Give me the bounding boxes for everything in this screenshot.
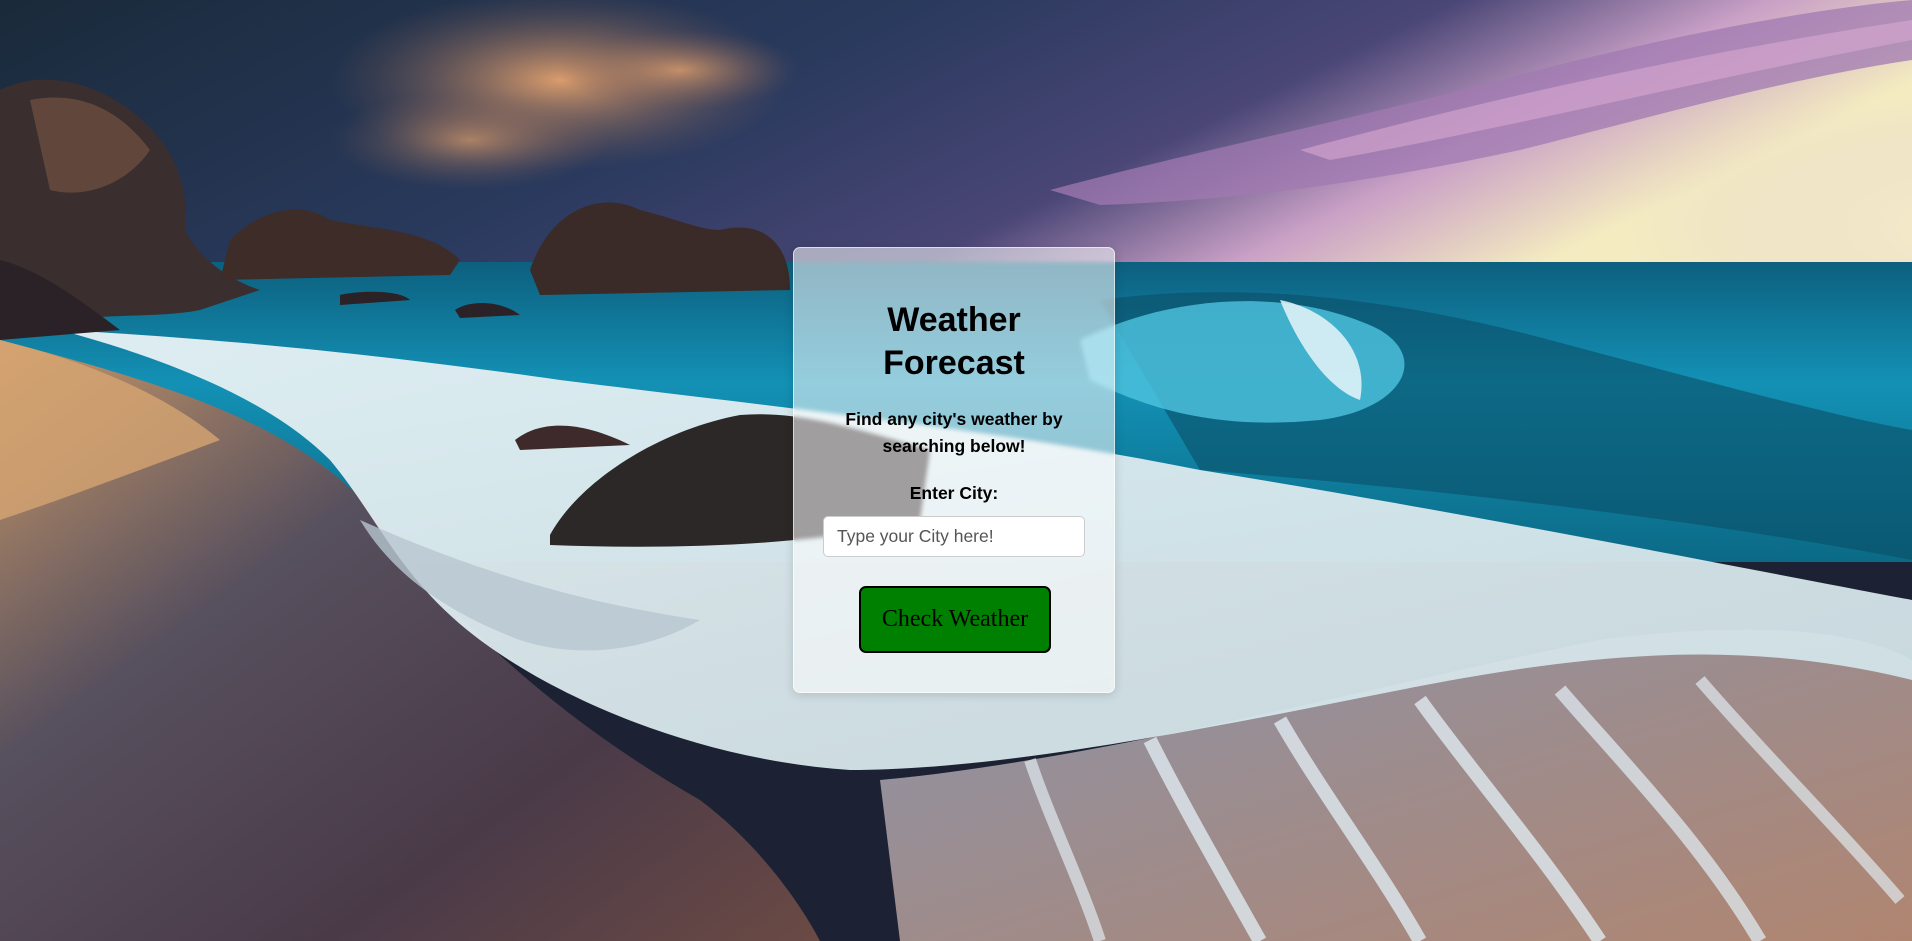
weather-search-card: Weather Forecast Find any city's weather… (793, 247, 1115, 693)
page-title: Weather Forecast (883, 301, 1025, 382)
city-input[interactable] (823, 516, 1085, 557)
page-subtitle: Find any city's weather by searching bel… (845, 409, 1063, 456)
check-weather-button[interactable]: Check Weather (859, 586, 1051, 653)
city-label: Enter City: (909, 483, 999, 503)
